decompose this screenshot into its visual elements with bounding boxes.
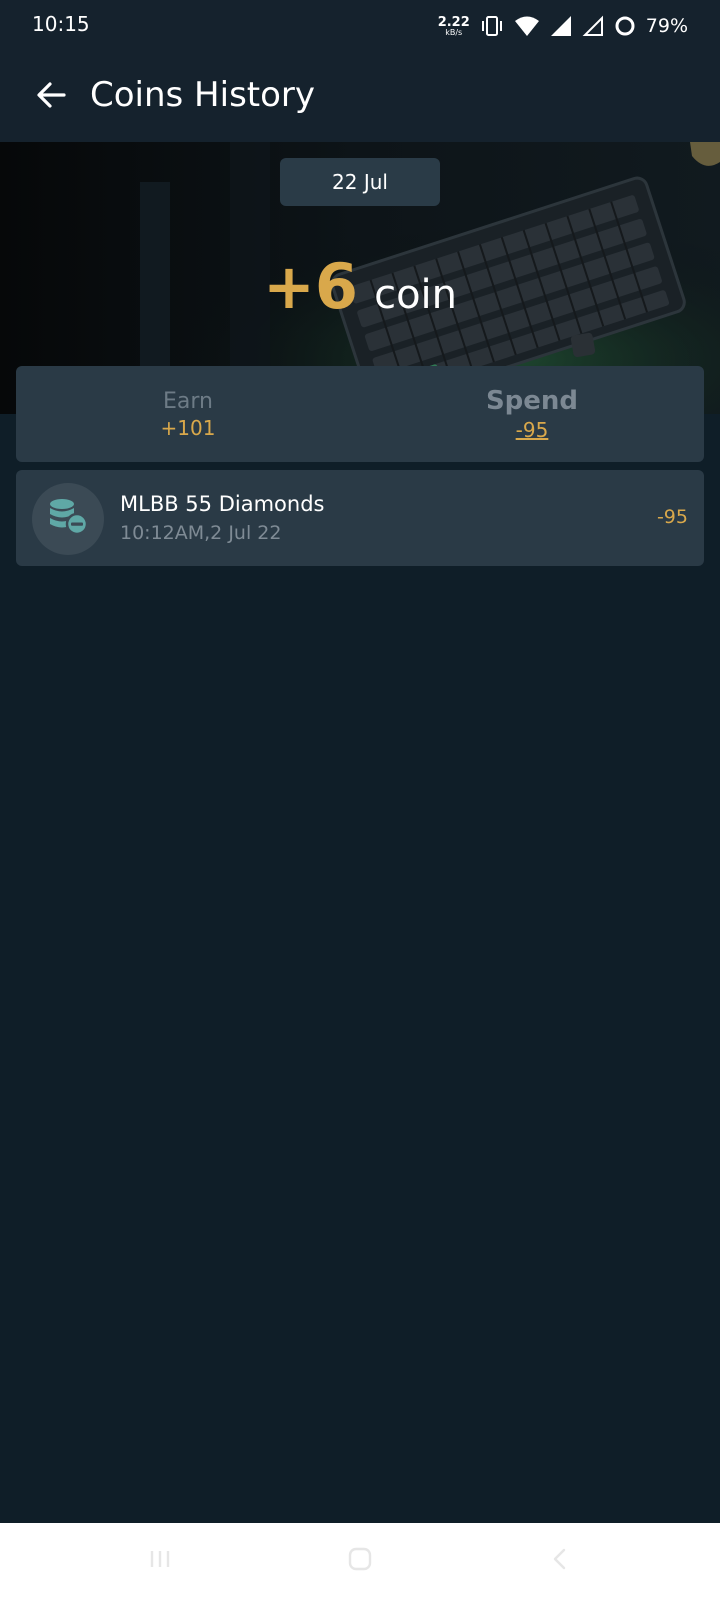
earn-value: +101 — [160, 415, 216, 440]
wifi-icon — [514, 15, 540, 37]
page-title: Coins History — [90, 75, 316, 115]
coin-total-unit: coin — [374, 272, 458, 318]
system-back-button[interactable] — [540, 1543, 580, 1579]
system-back-icon — [546, 1547, 574, 1575]
network-speed-value: 2.22 — [437, 14, 470, 30]
spend-tab[interactable]: Spend -95 — [360, 366, 704, 462]
recent-apps-button[interactable] — [140, 1543, 180, 1579]
app-bar: Coins History — [0, 52, 720, 142]
coin-total: +6 coin — [0, 250, 720, 323]
signal-icon-2 — [582, 15, 604, 37]
transaction-list: MLBB 55 Diamonds 10:12AM,2 Jul 22 -95 — [16, 470, 704, 566]
coins-minus-icon — [47, 497, 89, 541]
transaction-title: MLBB 55 Diamonds — [120, 492, 325, 516]
transaction-avatar — [32, 483, 104, 555]
signal-icon — [550, 15, 572, 37]
battery-ring-icon — [614, 15, 636, 37]
status-bar: 10:15 2.22 kB/s 79% — [0, 0, 720, 52]
back-button[interactable] — [28, 74, 74, 120]
spend-label: Spend — [485, 386, 579, 416]
status-time: 10:15 — [32, 12, 90, 36]
earn-spend-summary: Earn +101 Spend -95 — [16, 366, 704, 462]
status-icons: 2.22 kB/s 79% — [438, 10, 688, 42]
transaction-datetime: 10:12AM,2 Jul 22 — [120, 522, 282, 544]
back-arrow-icon — [36, 81, 66, 113]
network-speed: 2.22 kB/s — [438, 16, 470, 37]
recent-apps-icon — [146, 1547, 174, 1575]
earn-tab[interactable]: Earn +101 — [16, 366, 360, 462]
home-icon — [346, 1547, 374, 1575]
system-navigation-bar — [0, 1523, 720, 1600]
app-root: 10:15 2.22 kB/s 79% Coins History 22 Jul… — [0, 0, 720, 1600]
transaction-item[interactable]: MLBB 55 Diamonds 10:12AM,2 Jul 22 -95 — [16, 470, 704, 566]
vibrate-icon — [480, 15, 504, 37]
battery-percent: 79% — [645, 15, 688, 37]
spend-value: -95 — [515, 418, 549, 442]
home-button[interactable] — [340, 1543, 380, 1579]
coin-total-amount: +6 — [262, 250, 359, 323]
date-selector[interactable]: 22 Jul — [280, 158, 440, 206]
transaction-amount: -95 — [656, 506, 688, 528]
earn-label: Earn — [163, 388, 213, 414]
network-speed-unit: kB/s — [445, 27, 463, 37]
